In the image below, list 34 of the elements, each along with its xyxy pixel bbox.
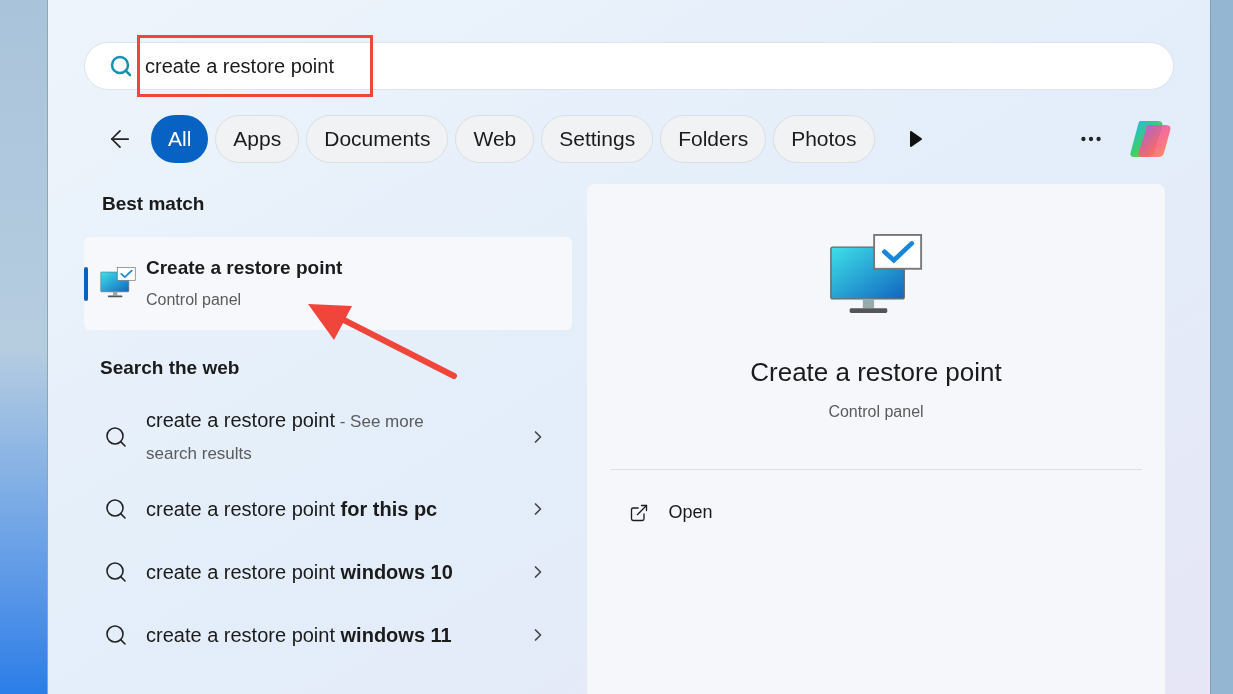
- web-search-result[interactable]: create a restore point windows 11: [84, 603, 572, 666]
- filter-tab[interactable]: Documents: [306, 115, 449, 163]
- open-action[interactable]: Open: [610, 492, 1142, 533]
- result-subtitle: Control panel: [146, 290, 243, 311]
- preview-subtitle: Control panel: [828, 401, 924, 422]
- filter-tab[interactable]: Folders: [660, 115, 767, 163]
- selection-indicator: [84, 266, 88, 301]
- search-icon: [104, 559, 128, 584]
- filter-tab[interactable]: Photos: [773, 115, 875, 163]
- filter-tab[interactable]: Web: [455, 115, 535, 163]
- filter-tab[interactable]: Apps: [215, 115, 300, 163]
- open-external-icon: [628, 502, 649, 523]
- computer-check-icon: [100, 266, 136, 300]
- filter-tab[interactable]: Settings: [541, 115, 654, 163]
- web-search-result[interactable]: create a restore point windows 10: [84, 540, 572, 603]
- play-icon[interactable]: [908, 130, 923, 148]
- search-text: create a restore point: [145, 54, 334, 79]
- section-heading: Search the web: [100, 355, 241, 380]
- web-search-result[interactable]: create a restore point for this pc: [84, 477, 572, 540]
- preview-title: Create a restore point: [750, 355, 1002, 389]
- search-icon: [104, 425, 128, 449]
- result-text: create a restore point windows 10: [146, 559, 453, 585]
- result-text: create a restore point - See more search results: [146, 408, 425, 465]
- result-text: create a restore point windows 11: [146, 622, 452, 648]
- result-text: create a restore point for this pc: [146, 496, 438, 522]
- web-search-result[interactable]: create a restore point - See more search results: [84, 397, 572, 477]
- search-field[interactable]: create a restore point: [84, 42, 1174, 90]
- result-title: Create a restore point: [146, 255, 343, 280]
- best-match-item[interactable]: Create a restore point Control panel: [84, 236, 572, 330]
- filter-tab[interactable]: All: [151, 115, 209, 163]
- search-icon: [104, 622, 128, 647]
- search-icon: [104, 496, 128, 521]
- section-heading: Best match: [102, 192, 206, 216]
- search-icon: [109, 54, 133, 78]
